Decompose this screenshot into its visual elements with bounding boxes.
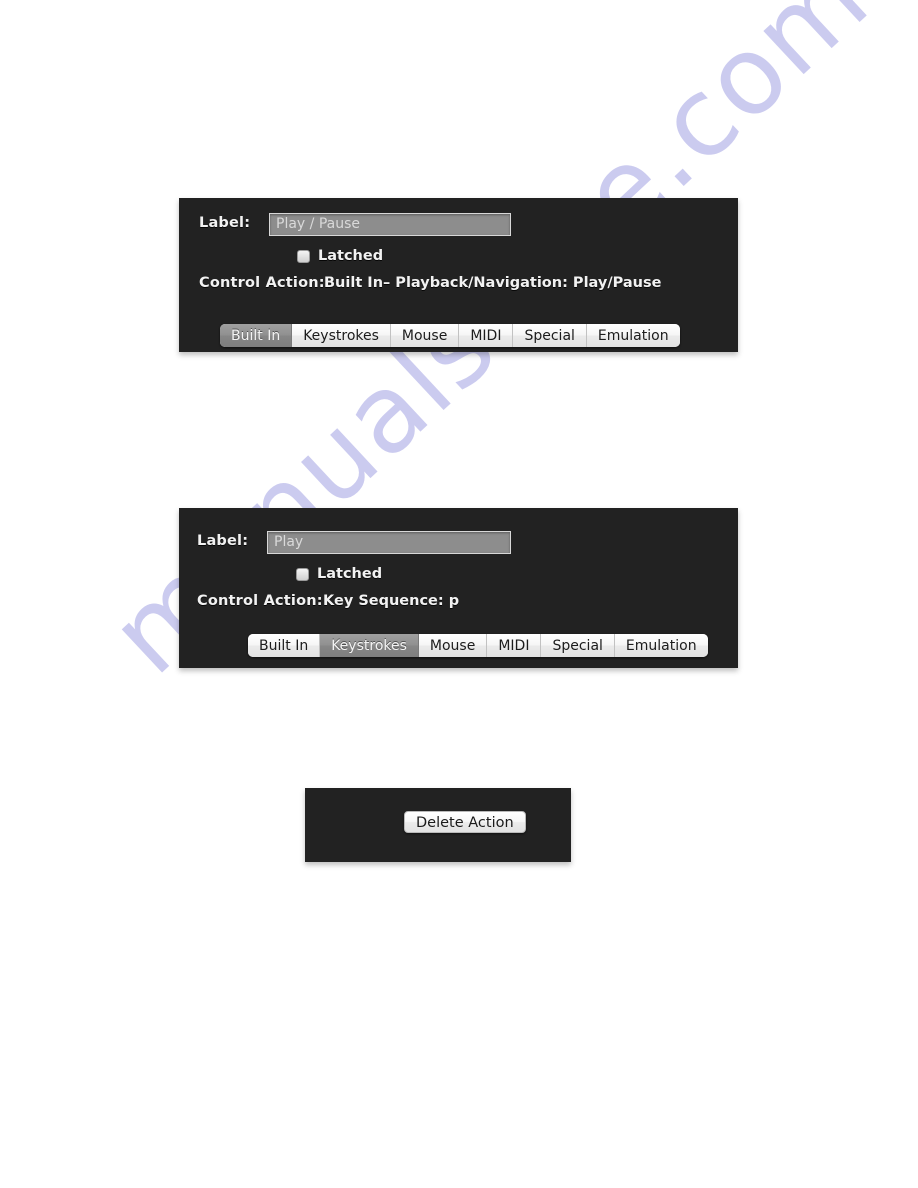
latched-label: Latched [318, 248, 384, 264]
control-action-caption: Control Action: [199, 275, 325, 291]
tab-special[interactable]: Special [513, 324, 587, 347]
label-row: Label: [199, 215, 250, 231]
latched-row[interactable]: Latched [296, 566, 382, 582]
control-action-caption: Control Action: [197, 593, 323, 609]
label-caption: Label: [199, 215, 251, 231]
latched-checkbox[interactable] [296, 567, 309, 581]
action-type-tabs[interactable]: Built In Keystrokes Mouse MIDI Special E… [220, 324, 680, 347]
tab-keystrokes[interactable]: Keystrokes [320, 634, 419, 657]
control-action-value: Built In– Playback/Navigation: Play/Paus… [324, 275, 662, 291]
control-action-value: Key Sequence: p [323, 593, 460, 609]
delete-action-button[interactable]: Delete Action [404, 811, 526, 833]
latched-checkbox[interactable] [297, 249, 310, 263]
delete-action-panel: Delete Action [305, 788, 571, 862]
label-input[interactable]: Play / Pause [269, 213, 511, 236]
tab-midi[interactable]: MIDI [459, 324, 514, 347]
tab-midi[interactable]: MIDI [487, 634, 542, 657]
control-action-panel-play: Label: Play Latched Control Action: Key … [179, 508, 738, 668]
label-caption: Label: [197, 533, 249, 549]
control-action-row: Control Action: Built In– Playback/Navig… [199, 275, 661, 291]
tab-built-in[interactable]: Built In [248, 634, 321, 657]
tab-special[interactable]: Special [541, 634, 615, 657]
tab-built-in[interactable]: Built In [220, 324, 293, 347]
action-type-tabs[interactable]: Built In Keystrokes Mouse MIDI Special E… [248, 634, 708, 657]
control-action-panel-playpause: Label: Play / Pause Latched Control Acti… [179, 198, 738, 352]
tab-keystrokes[interactable]: Keystrokes [292, 324, 391, 347]
latched-row[interactable]: Latched [297, 248, 383, 264]
tab-mouse[interactable]: Mouse [390, 324, 460, 347]
latched-label: Latched [317, 566, 383, 582]
tab-emulation[interactable]: Emulation [614, 634, 708, 657]
tab-mouse[interactable]: Mouse [418, 634, 488, 657]
tab-emulation[interactable]: Emulation [586, 324, 680, 347]
label-row: Label: [197, 533, 248, 549]
label-input[interactable]: Play [267, 531, 511, 554]
control-action-row: Control Action: Key Sequence: p [197, 593, 459, 609]
